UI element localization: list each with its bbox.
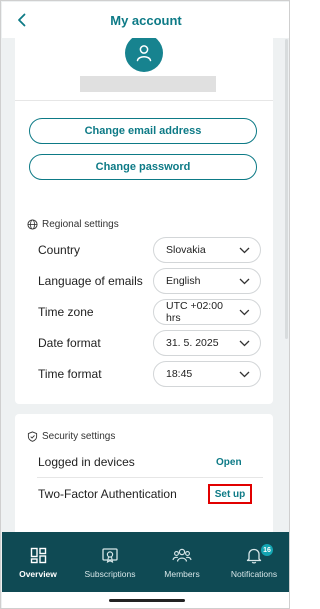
account-card: Change email address Change password: [15, 38, 273, 228]
two-factor-label: Two-Factor Authentication: [38, 487, 177, 501]
two-factor-setup-button[interactable]: Set up: [208, 484, 252, 504]
dashboard-icon: [30, 547, 46, 563]
chevron-down-icon: [239, 371, 250, 377]
security-settings-title: Security settings: [42, 431, 116, 442]
regional-settings-title: Regional settings: [42, 219, 119, 230]
scrollbar[interactable]: [285, 39, 288, 339]
avatar: [125, 38, 163, 72]
back-button[interactable]: [14, 10, 30, 30]
notifications-badge: 16: [261, 544, 273, 556]
bottom-navigation: Overview Subscriptions Members 16 Notifi…: [2, 532, 289, 592]
divider: [37, 477, 263, 478]
nav-overview-label: Overview: [19, 569, 57, 579]
nav-notifications-label: Notifications: [230, 569, 278, 579]
nav-notifications[interactable]: 16 Notifications: [218, 532, 289, 592]
content-scroll-area[interactable]: Change email address Change password Reg…: [2, 38, 289, 532]
system-gesture-area: [2, 592, 289, 608]
open-logged-devices-link[interactable]: Open: [216, 457, 242, 468]
language-select[interactable]: English: [153, 268, 261, 294]
chevron-down-icon: [239, 278, 250, 284]
time-zone-value: UTC +02:00 hrs: [166, 300, 223, 324]
time-zone-select[interactable]: UTC +02:00 hrs: [153, 299, 261, 325]
subscriptions-icon: [102, 547, 118, 563]
date-format-value: 31. 5. 2025: [166, 337, 219, 349]
home-indicator[interactable]: [109, 599, 185, 602]
time-format-select[interactable]: 18:45: [153, 361, 261, 387]
country-value: Slovakia: [166, 244, 206, 256]
shield-icon: [27, 431, 38, 442]
chevron-down-icon: [239, 340, 250, 346]
top-bar: My account: [2, 2, 289, 38]
person-icon: [136, 45, 152, 62]
security-settings-heading: Security settings: [27, 431, 115, 442]
time-format-label: Time format: [38, 367, 102, 381]
regional-settings-card: Regional settings Country Slovakia Langu…: [15, 202, 273, 404]
divider: [15, 100, 273, 101]
page-title: My account: [110, 12, 182, 28]
security-settings-card: Security settings Logged in devices Open…: [15, 414, 273, 532]
regional-settings-heading: Regional settings: [27, 219, 119, 230]
time-format-value: 18:45: [166, 368, 193, 380]
globe-icon: [27, 219, 38, 230]
members-icon: [172, 548, 192, 562]
logged-devices-label: Logged in devices: [38, 455, 135, 469]
account-name-redacted: [80, 76, 216, 92]
change-password-button[interactable]: Change password: [29, 154, 257, 180]
country-select[interactable]: Slovakia: [153, 237, 261, 263]
nav-members[interactable]: Members: [146, 532, 218, 592]
nav-subscriptions[interactable]: Subscriptions: [74, 532, 146, 592]
time-zone-label: Time zone: [38, 305, 94, 319]
language-label: Language of emails: [38, 274, 143, 288]
country-label: Country: [38, 243, 81, 257]
date-format-label: Date format: [38, 336, 101, 350]
bell-icon: [246, 548, 262, 563]
app-frame: My account Change email address Change p…: [0, 0, 290, 609]
language-value: English: [166, 275, 201, 287]
chevron-down-icon: [239, 247, 250, 253]
chevron-down-icon: [239, 309, 250, 315]
chevron-left-icon: [18, 13, 26, 27]
nav-subscriptions-label: Subscriptions: [84, 569, 136, 579]
change-email-button[interactable]: Change email address: [29, 118, 257, 144]
nav-overview[interactable]: Overview: [2, 532, 74, 592]
date-format-select[interactable]: 31. 5. 2025: [153, 330, 261, 356]
nav-members-label: Members: [164, 569, 200, 579]
